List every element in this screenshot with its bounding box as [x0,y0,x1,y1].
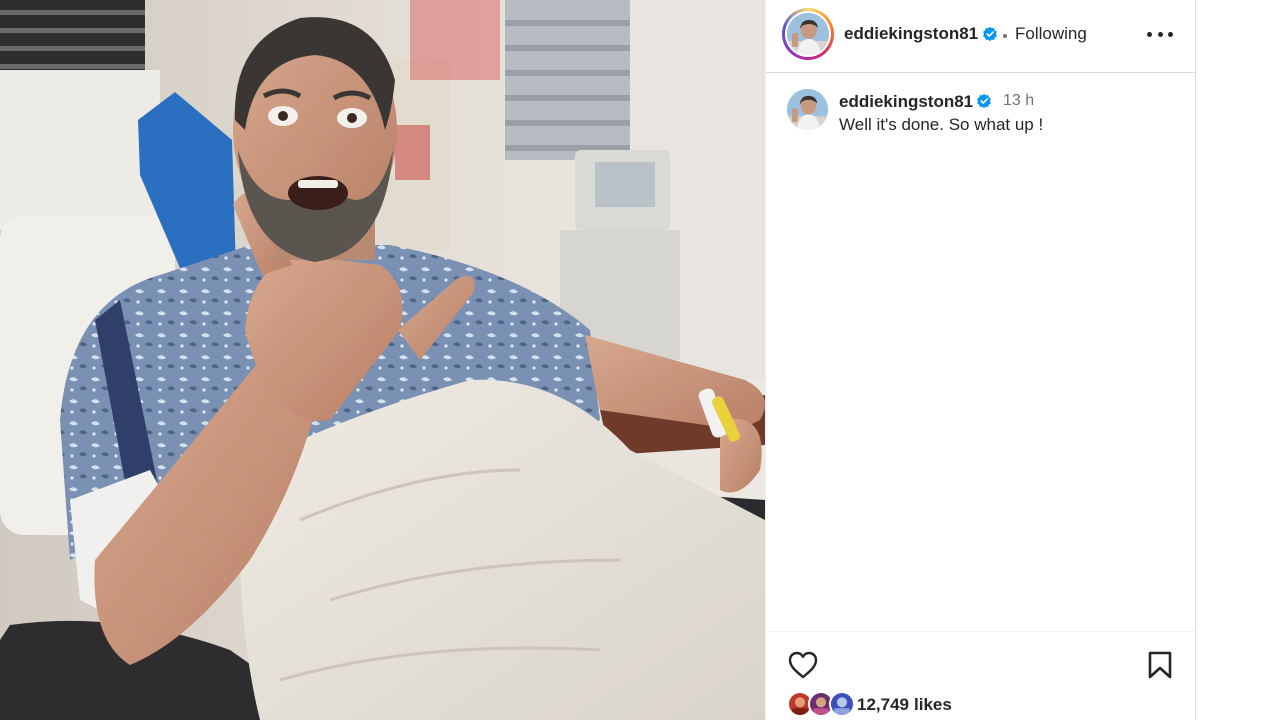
author-avatar[interactable] [787,13,829,55]
hospital-photo [0,0,765,720]
avatar-image [787,13,829,55]
post-header: eddiekingston81 Following [766,0,1196,73]
bookmark-icon[interactable] [1146,650,1174,680]
likes-number: 12,749 [857,695,909,714]
author-username[interactable]: eddiekingston81 [844,24,978,44]
likes-label: likes [914,695,952,714]
follow-status-button[interactable]: Following [1015,24,1087,44]
more-options-icon[interactable] [1147,22,1173,46]
liker-avatar [829,691,855,717]
likers-avatars[interactable] [787,691,855,717]
post-timestamp[interactable]: 13 h [1003,92,1034,110]
verified-badge-icon [983,26,997,42]
story-ring[interactable] [782,8,834,60]
heart-icon[interactable] [787,650,819,680]
caption-text: Well it's done. So what up ! [839,115,1044,134]
verified-badge-icon [977,93,991,109]
caption-avatar[interactable] [787,89,828,130]
likes-count[interactable]: 12,749 likes [857,695,952,715]
post-viewer: eddiekingston81 Following eddiekingston8… [0,0,1280,720]
post-photo[interactable] [0,0,765,720]
post-side-panel: eddiekingston81 Following eddiekingston8… [765,0,1196,720]
avatar-image [787,89,828,130]
separator-dot [1003,34,1007,38]
page-background [1196,0,1280,720]
caption-username[interactable]: eddiekingston81 [839,92,973,112]
post-actions: 12,749 likes [766,631,1196,720]
